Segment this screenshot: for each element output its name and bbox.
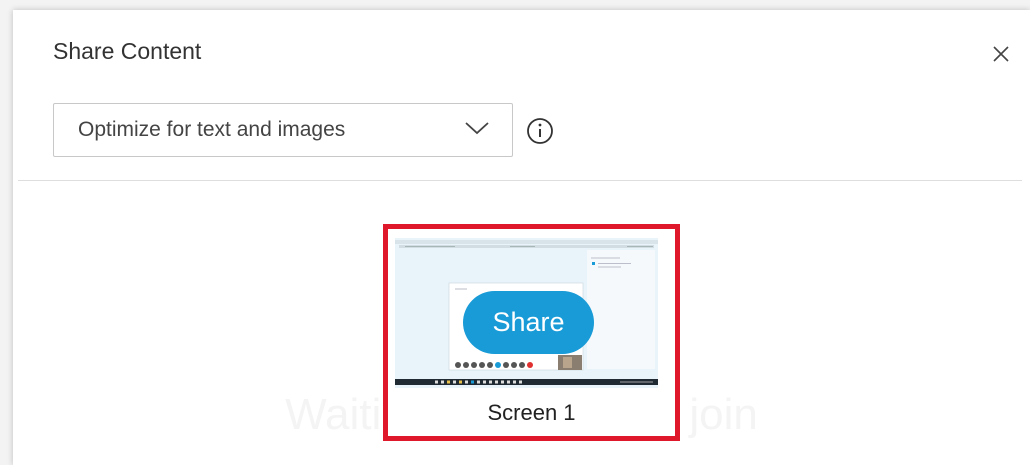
share-content-dialog: Share Content Optimize for text and imag… [13, 10, 1030, 465]
optimize-dropdown-value: Optimize for text and images [78, 118, 346, 141]
screen-1-label: Screen 1 [487, 400, 576, 425]
dialog-divider [18, 180, 1022, 181]
screen-1-tile[interactable]: Share Screen 1 [383, 224, 680, 441]
chevron-down-icon [465, 122, 489, 135]
share-button[interactable]: Share [463, 291, 594, 354]
info-icon [527, 118, 553, 144]
dialog-title: Share Content [53, 38, 202, 64]
screen-thumbnail: Share [395, 238, 658, 388]
close-button[interactable] [983, 36, 1019, 72]
info-button[interactable] [525, 116, 555, 146]
optimize-dropdown[interactable]: Optimize for text and images [53, 103, 513, 157]
close-icon [993, 46, 1009, 62]
